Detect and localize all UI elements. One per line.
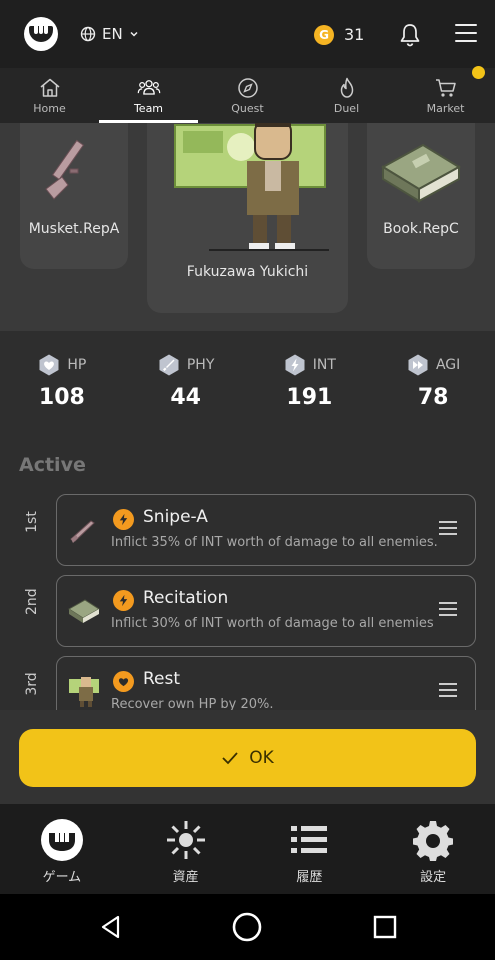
home-circle-icon[interactable]: [232, 912, 262, 942]
drag-handle-icon[interactable]: [439, 602, 457, 616]
bottom-nav-game-label: ゲーム: [42, 870, 82, 885]
bottom-nav-game[interactable]: ゲーム: [0, 804, 124, 894]
skill-description: Recover own HP by 20%.: [111, 697, 274, 710]
slot-rank-label: 2nd: [24, 588, 40, 615]
character-portrait: [174, 123, 329, 251]
book-icon: [68, 599, 100, 623]
checkmark-icon: [222, 752, 238, 765]
home-icon: [40, 78, 59, 97]
tab-team[interactable]: Team: [99, 68, 198, 123]
game-logo-icon: [40, 819, 83, 861]
card-book[interactable]: Book.RepC: [367, 123, 475, 269]
slot-rank-label: 3rd: [24, 672, 40, 696]
musket-icon: [70, 520, 95, 543]
main-nav-tabs: Home Team Quest Duel Market: [0, 68, 495, 123]
asset-icon: [166, 821, 205, 859]
tab-quest-label: Quest: [231, 102, 264, 115]
stat-hp-label: HP: [67, 357, 87, 373]
tab-market-label: Market: [426, 102, 465, 115]
compass-icon: [237, 78, 258, 98]
skill-card-rest[interactable]: Rest Recover own HP by 20%.: [56, 656, 476, 710]
ok-area: OK: [0, 710, 495, 804]
skill-name: Recitation: [143, 588, 229, 608]
stat-agi-label: AGI: [435, 357, 461, 373]
back-icon[interactable]: [98, 914, 124, 940]
skill-name: Rest: [143, 669, 181, 689]
tab-duel[interactable]: Duel: [297, 68, 396, 123]
active-section-title: Active: [19, 454, 86, 476]
bottom-nav-assets[interactable]: 資産: [124, 804, 248, 894]
bottom-nav: ゲーム 資産 履歴 設定: [0, 804, 495, 894]
ok-label: OK: [249, 748, 274, 768]
book-icon: [381, 143, 461, 203]
skill-slot-2: 2nd Recitation Inflict 30% of INT worth …: [0, 575, 495, 647]
lightning-icon: [113, 590, 134, 611]
skill-card-recitation[interactable]: Recitation Inflict 30% of INT worth of d…: [56, 575, 476, 647]
skill-slot-1: 1st Snipe-A Inflict 35% of INT worth of …: [0, 494, 495, 566]
card-book-label: Book.RepC: [383, 221, 459, 237]
stat-hp-value: 108: [38, 385, 85, 410]
speed-hex-icon: [408, 354, 428, 376]
hamburger-menu-icon[interactable]: [455, 24, 477, 44]
card-musket[interactable]: Musket.RepA: [20, 123, 128, 269]
stat-agi-value: 78: [417, 385, 449, 410]
globe-icon: [80, 26, 96, 42]
settings-gear-icon: [413, 821, 454, 861]
flame-icon: [340, 77, 353, 98]
character-carousel[interactable]: Musket.RepA Fukuzawa Yukichi Book.RepC: [0, 123, 495, 331]
market-notification-dot: [472, 66, 485, 79]
skill-card-snipe[interactable]: Snipe-A Inflict 35% of INT worth of dama…: [56, 494, 476, 566]
top-bar: EN G 31: [0, 0, 495, 68]
skill-name: Snipe-A: [143, 507, 208, 527]
lightning-icon: [113, 509, 134, 530]
tab-home-label: Home: [33, 102, 66, 115]
stat-int-label: INT: [312, 357, 336, 373]
sword-hex-icon: [159, 354, 179, 376]
bottom-nav-settings[interactable]: 設定: [371, 804, 495, 894]
drag-handle-icon[interactable]: [439, 521, 457, 535]
tab-quest[interactable]: Quest: [198, 68, 297, 123]
lightning-hex-icon: [285, 354, 305, 376]
coin-count: 31: [344, 25, 365, 44]
card-musket-label: Musket.RepA: [28, 221, 120, 237]
skill-description: Inflict 35% of INT worth of damage to al…: [111, 535, 438, 550]
language-selector[interactable]: EN: [80, 22, 139, 46]
history-list-icon: [291, 826, 328, 853]
stat-hp: HP 108: [0, 331, 124, 431]
bottom-nav-settings-label: 設定: [420, 870, 447, 885]
stat-int: INT 191: [248, 331, 372, 431]
musket-icon: [45, 139, 85, 200]
bottom-nav-history-label: 履歴: [296, 870, 323, 885]
bell-icon[interactable]: [398, 22, 422, 48]
bottom-nav-history[interactable]: 履歴: [248, 804, 372, 894]
card-character[interactable]: Fukuzawa Yukichi: [147, 123, 348, 313]
bottom-nav-assets-label: 資産: [172, 870, 199, 885]
heart-hex-icon: [39, 354, 59, 376]
ok-button[interactable]: OK: [19, 729, 476, 787]
drag-handle-icon[interactable]: [439, 683, 457, 697]
tab-home[interactable]: Home: [0, 68, 99, 123]
stat-phy-label: PHY: [186, 357, 215, 373]
stat-phy-value: 44: [170, 385, 201, 410]
language-label: EN: [102, 25, 123, 43]
stat-agi: AGI 78: [371, 331, 495, 431]
tab-team-label: Team: [133, 102, 164, 115]
stat-phy: PHY 44: [124, 331, 248, 431]
card-character-label: Fukuzawa Yukichi: [186, 264, 309, 280]
coin-icon: G: [314, 25, 334, 45]
recents-icon[interactable]: [373, 915, 397, 939]
team-icon: [137, 80, 160, 95]
skill-description: Inflict 30% of INT worth of damage to al…: [111, 616, 434, 631]
app-logo-icon[interactable]: [24, 17, 58, 51]
stats-row: HP 108 PHY 44 INT 191 AGI 78: [0, 331, 495, 431]
chevron-down-icon: [130, 31, 138, 37]
system-nav-bar: [0, 894, 495, 960]
heart-icon: [113, 671, 134, 692]
cart-icon: [435, 79, 456, 97]
character-mini-icon: [69, 677, 99, 707]
tab-duel-label: Duel: [333, 102, 360, 115]
slot-rank-label: 1st: [24, 511, 40, 533]
stat-int-value: 191: [286, 385, 333, 410]
skill-slot-3: 3rd Rest Recover own HP by 20%.: [0, 656, 495, 710]
